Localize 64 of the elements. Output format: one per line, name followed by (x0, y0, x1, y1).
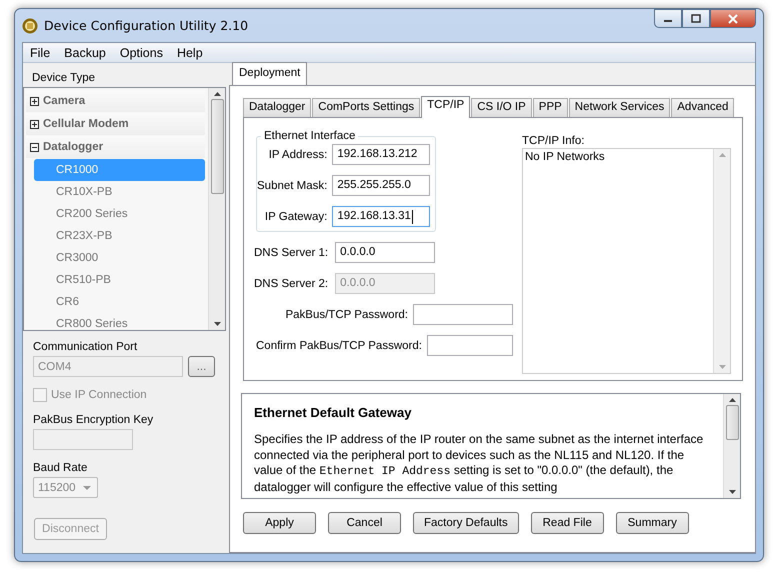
scroll-thumb[interactable] (726, 405, 738, 440)
tree-item[interactable]: CR10X-PB (34, 181, 205, 203)
minimize-button[interactable] (654, 9, 682, 28)
password-field[interactable] (413, 304, 513, 325)
menu-item[interactable]: Backup (57, 46, 113, 60)
tree-item[interactable]: CR23X-PB (34, 225, 205, 247)
field-label: DNS Server 2: (254, 278, 328, 290)
scroll-down-icon[interactable] (214, 322, 220, 326)
dns-field[interactable]: 0.0.0.0 (335, 242, 436, 263)
tree-item[interactable]: CR510-PB (34, 269, 205, 291)
action-button[interactable]: Cancel (328, 512, 401, 534)
field-label: PakBus/TCP Password: (285, 308, 408, 320)
tab[interactable]: ComPorts Settings (312, 98, 420, 117)
menu-item[interactable]: Help (170, 46, 210, 60)
action-button[interactable]: Summary (616, 512, 689, 534)
tree-item[interactable]: CR3000 (34, 247, 205, 269)
scrollbar[interactable] (208, 88, 225, 330)
ip-field[interactable]: 192.168.13.212 (332, 144, 430, 165)
tree-item[interactable]: CR800 Series (34, 313, 205, 330)
tree-item[interactable]: CR6 (34, 291, 205, 313)
field-label: IP Gateway: (264, 210, 328, 222)
field-label: Subnet Mask: (257, 180, 328, 192)
device-type-label: Device Type (31, 71, 96, 86)
action-button[interactable]: Read File (530, 512, 604, 534)
ip-field[interactable]: 255.255.255.0 (332, 175, 430, 196)
menu-item[interactable]: Options (112, 46, 170, 60)
tree-item[interactable]: CR200 Series (34, 203, 205, 225)
scroll-down-icon[interactable] (728, 490, 736, 494)
tcpip-info-label: TCP/IP Info: (522, 135, 586, 147)
group-title: Ethernet Interface (263, 130, 356, 142)
window-title: Device Configuration Utility 2.10 (44, 18, 248, 33)
close-button[interactable] (710, 9, 756, 28)
help-paragraph: Specifies the IP address of the IP router on the same subnet as the internet interface connected via the peripheral port to devices such as the NL115 and NL120. If the value of the Ethernet IP Address setting is set to "0.0.0.0" (the default), the datalogger will configure the effective value of this setting (254, 432, 704, 495)
scroll-up-icon[interactable] (728, 398, 736, 402)
maximize-button[interactable] (682, 9, 710, 28)
encryption-key-label: PakBus Encryption Key (33, 414, 154, 426)
field-label: IP Address: (268, 148, 328, 160)
tab[interactable]: Advanced (671, 98, 734, 117)
expand-icon[interactable] (30, 120, 39, 128)
password-field[interactable] (426, 335, 513, 356)
scroll-thumb[interactable] (210, 99, 224, 194)
tab[interactable]: CS I/O IP (471, 98, 532, 117)
close-icon (728, 14, 738, 24)
info-text: No IP Networks (524, 150, 606, 165)
tab[interactable]: TCP/IP (421, 96, 470, 118)
menu-item[interactable]: File (23, 46, 58, 60)
tab[interactable]: Network Services (568, 98, 670, 117)
scrollbar[interactable] (723, 394, 740, 498)
scroll-up-icon[interactable] (214, 92, 220, 96)
field-label: Confirm PakBus/TCP Password: (256, 340, 422, 352)
tab[interactable]: Deployment (232, 62, 308, 85)
tab[interactable]: Datalogger (243, 98, 312, 117)
collapse-icon[interactable] (30, 142, 39, 152)
tab[interactable]: PPP (532, 98, 568, 117)
baud-rate-label: Baud Rate (33, 462, 88, 474)
expand-icon[interactable] (30, 96, 39, 106)
communication-port-label: Communication Port (33, 341, 138, 353)
action-button[interactable]: Apply (243, 512, 316, 534)
ip-field[interactable]: 192.168.13.31 (332, 206, 430, 227)
action-button[interactable]: Factory Defaults (413, 512, 519, 534)
app-icon (22, 18, 38, 34)
help-title: Ethernet Default Gateway (254, 405, 412, 420)
maximize-icon (691, 14, 701, 23)
field-label: DNS Server 1: (254, 246, 328, 258)
